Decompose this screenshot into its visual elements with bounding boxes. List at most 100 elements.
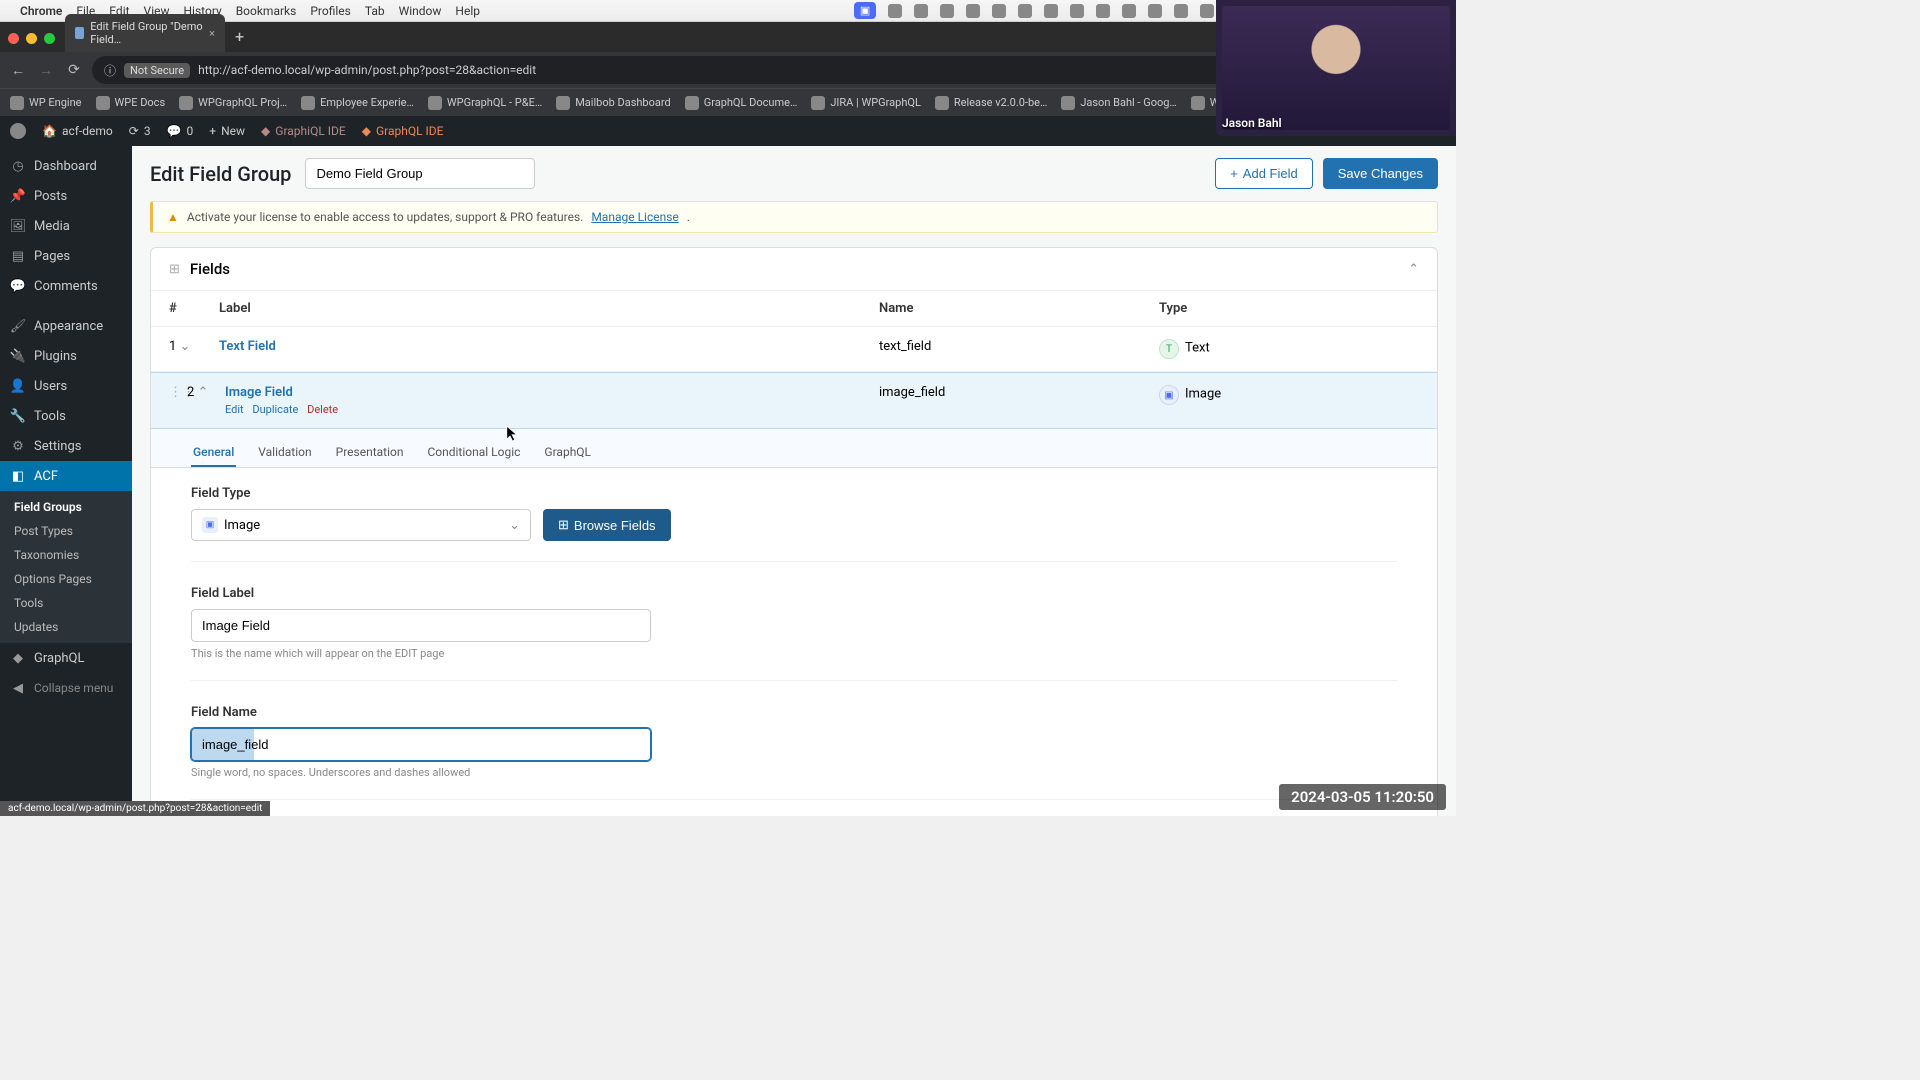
collapse-menu-button[interactable]: ◀Collapse menu	[0, 673, 132, 703]
sidebar-item-tools[interactable]: 🔧Tools	[0, 401, 132, 431]
save-changes-button[interactable]: Save Changes	[1323, 158, 1438, 189]
field-type-select[interactable]: ▣ Image ⌄	[191, 509, 531, 541]
submenu-post-types[interactable]: Post Types	[0, 519, 132, 543]
submenu-tools[interactable]: Tools	[0, 591, 132, 615]
field-name-label: Field Name	[191, 705, 1397, 720]
status-icon[interactable]	[1096, 4, 1110, 18]
window-close-button[interactable]	[8, 33, 19, 44]
sidebar-item-pages[interactable]: ▤Pages	[0, 241, 132, 271]
license-notice: ▲ Activate your license to enable access…	[150, 201, 1438, 233]
tab-close-icon[interactable]: ×	[209, 27, 215, 40]
forward-button[interactable]: →	[36, 62, 56, 79]
sidebar-item-users[interactable]: 👤Users	[0, 371, 132, 401]
submenu-field-groups[interactable]: Field Groups	[0, 495, 132, 519]
field-label-help: This is the name which will appear on th…	[191, 647, 1397, 660]
sidebar-item-acf[interactable]: ◧ACF	[0, 461, 132, 491]
delete-action[interactable]: Delete	[307, 403, 338, 416]
menu-window[interactable]: Window	[399, 4, 442, 18]
bookmark-item[interactable]: WP Engine	[10, 96, 82, 110]
status-icon[interactable]	[888, 4, 902, 18]
reload-button[interactable]: ⟳	[64, 62, 84, 78]
field-label-link[interactable]: Text Field	[219, 339, 276, 354]
submenu-taxonomies[interactable]: Taxonomies	[0, 543, 132, 567]
updates-link[interactable]: ⟳ 3	[129, 124, 151, 138]
sidebar-item-dashboard[interactable]: ◷Dashboard	[0, 151, 132, 181]
col-number: #	[169, 301, 219, 316]
plug-icon: 🔌	[10, 348, 26, 364]
tab-conditional-logic[interactable]: Conditional Logic	[425, 439, 522, 467]
status-icon[interactable]	[1070, 4, 1084, 18]
status-icon[interactable]	[914, 4, 928, 18]
field-label-input[interactable]	[191, 609, 651, 642]
back-button[interactable]: ←	[8, 62, 28, 79]
tab-presentation[interactable]: Presentation	[334, 439, 406, 467]
sidebar-item-comments[interactable]: 💬Comments	[0, 271, 132, 301]
field-row[interactable]: 1 ⌄ Text Field text_field TText	[151, 327, 1437, 372]
panel-header[interactable]: ⊞ Fields ⌃	[151, 248, 1437, 291]
site-name-link[interactable]: 🏠 acf-demo	[42, 124, 113, 138]
new-content-link[interactable]: + New	[209, 124, 245, 138]
wordpress-logo-icon[interactable]	[10, 123, 26, 139]
bookmark-item[interactable]: GraphQL Docume…	[685, 96, 798, 110]
field-row-expanded[interactable]: ⋮⋮ 2 ⌃ Image Field Edit Duplicate Delete…	[151, 372, 1437, 429]
sidebar-item-media[interactable]: 🖼Media	[0, 211, 132, 241]
menu-profiles[interactable]: Profiles	[310, 4, 351, 18]
submenu-options-pages[interactable]: Options Pages	[0, 567, 132, 591]
bookmark-item[interactable]: Mailbob Dashboard	[556, 96, 671, 110]
tab-graphql[interactable]: GraphQL	[542, 439, 593, 467]
tab-validation[interactable]: Validation	[256, 439, 313, 467]
chevron-up-icon[interactable]: ⌃	[198, 385, 209, 400]
status-icon[interactable]	[992, 4, 1006, 18]
duplicate-action[interactable]: Duplicate	[252, 403, 298, 416]
menu-help[interactable]: Help	[455, 4, 480, 18]
comments-link[interactable]: 💬 0	[167, 124, 194, 138]
sidebar-item-graphql[interactable]: ◆GraphQL	[0, 643, 132, 673]
manage-license-link[interactable]: Manage License	[591, 210, 678, 224]
chevron-down-icon[interactable]: ⌄	[180, 339, 191, 354]
status-icon[interactable]	[1018, 4, 1032, 18]
bookmark-item[interactable]: WPGraphQL Proj…	[179, 96, 287, 110]
screenshare-indicator[interactable]: ▣	[854, 2, 876, 19]
status-icon[interactable]	[1044, 4, 1058, 18]
active-app[interactable]: Chrome	[20, 4, 62, 18]
tab-general[interactable]: General	[191, 439, 236, 467]
status-icon[interactable]	[940, 4, 954, 18]
site-info-icon[interactable]: ⓘ	[104, 62, 116, 79]
new-tab-button[interactable]: +	[235, 27, 244, 46]
browse-fields-button[interactable]: ⊞Browse Fields	[543, 509, 671, 541]
drag-handle-icon[interactable]: ⋮⋮	[169, 385, 181, 400]
browser-tab[interactable]: Edit Field Group "Demo Field… ×	[65, 14, 225, 52]
bookmark-favicon	[935, 96, 949, 110]
field-label-link[interactable]: Image Field	[225, 385, 293, 400]
window-minimize-button[interactable]	[26, 33, 37, 44]
bookmark-item[interactable]: WPGraphQL - P&E…	[428, 96, 542, 110]
submenu-updates[interactable]: Updates	[0, 615, 132, 639]
sidebar-item-plugins[interactable]: 🔌Plugins	[0, 341, 132, 371]
status-icon[interactable]	[1200, 4, 1214, 18]
sidebar-item-posts[interactable]: 📌Posts	[0, 181, 132, 211]
graphiql-ide-link[interactable]: ◆ GraphiQL IDE	[261, 124, 346, 138]
graphql-ide-link[interactable]: ◆ GraphQL IDE	[362, 124, 444, 138]
field-name-input[interactable]	[191, 728, 651, 761]
sidebar-item-appearance[interactable]: 🖌Appearance	[0, 311, 132, 341]
bookmark-item[interactable]: JIRA | WPGraphQL	[811, 96, 921, 110]
status-icon[interactable]	[1148, 4, 1162, 18]
not-secure-badge[interactable]: Not Secure	[124, 63, 190, 78]
bookmark-item[interactable]: WPE Docs	[96, 96, 166, 110]
sidebar-item-settings[interactable]: ⚙Settings	[0, 431, 132, 461]
status-icon[interactable]	[1174, 4, 1188, 18]
status-icon[interactable]	[1122, 4, 1136, 18]
bookmark-item[interactable]: Jason Bahl - Goog…	[1061, 96, 1176, 110]
field-name-text: image_field	[879, 385, 1159, 400]
menu-bookmarks[interactable]: Bookmarks	[236, 4, 297, 18]
add-field-button[interactable]: +Add Field	[1215, 158, 1313, 189]
chevron-up-icon[interactable]: ⌃	[1408, 262, 1419, 277]
window-zoom-button[interactable]	[44, 33, 55, 44]
field-group-title-input[interactable]	[305, 158, 535, 189]
menu-tab[interactable]: Tab	[365, 4, 385, 18]
field-table-header: # Label Name Type	[151, 291, 1437, 327]
status-icon[interactable]	[966, 4, 980, 18]
bookmark-item[interactable]: Release v2.0.0-be…	[935, 96, 1047, 110]
edit-action[interactable]: Edit	[225, 403, 244, 416]
bookmark-item[interactable]: Employee Experie…	[301, 96, 414, 110]
